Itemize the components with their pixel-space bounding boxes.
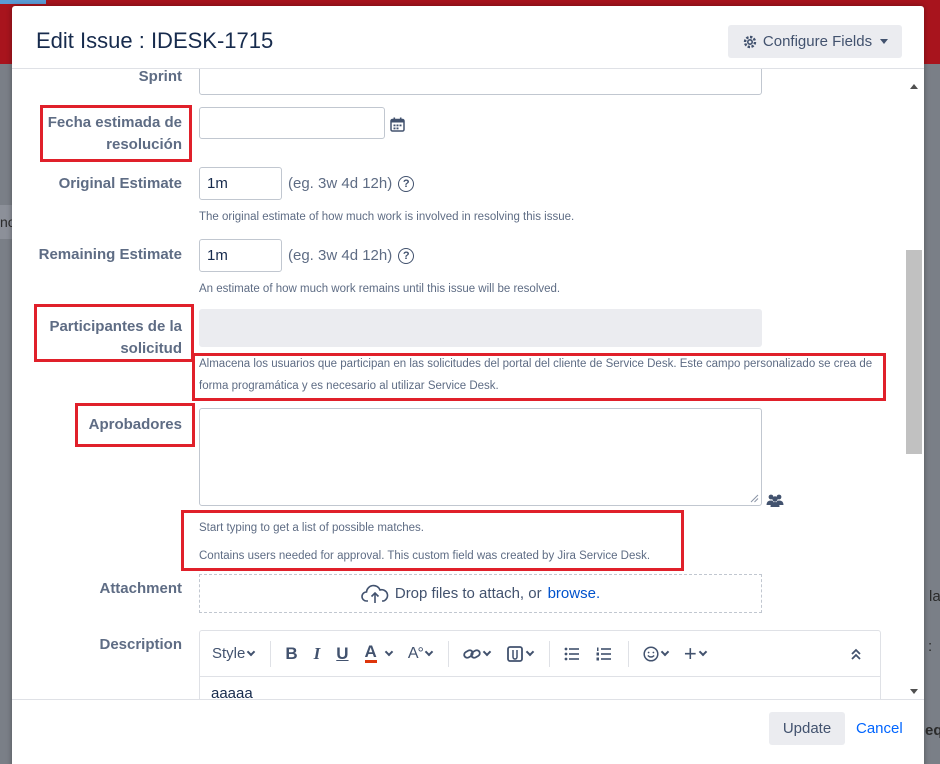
- toolbar-divider: [447, 640, 449, 667]
- dialog-body: Sprint Fecha estimada de resolución Orig…: [12, 69, 924, 699]
- chevron-down-icon: [525, 647, 535, 656]
- text-color-icon: A: [364, 642, 377, 663]
- configure-fields-label: Configure Fields: [762, 33, 873, 50]
- chevron-down-icon: [660, 647, 670, 656]
- chevron-down-icon: [482, 647, 492, 656]
- remaining-estimate-description: An estimate of how much work remains unt…: [199, 283, 561, 295]
- background-right-text-3: equ: [925, 722, 940, 739]
- sprint-label: Sprint: [138, 69, 182, 85]
- attachment-toolbar-button[interactable]: [506, 645, 535, 663]
- plus-icon: +: [683, 640, 697, 666]
- link-icon: [463, 648, 481, 659]
- remaining-estimate-example: (eg. 3w 4d 12h) ?: [288, 247, 415, 264]
- description-label: Description: [99, 636, 182, 653]
- sprint-input[interactable]: [199, 69, 762, 95]
- numbered-list-button[interactable]: [596, 647, 612, 661]
- gear-icon: [743, 35, 757, 48]
- attachment-label: Attachment: [99, 580, 182, 597]
- background-right-text-2: :: [928, 638, 933, 655]
- insert-more-button[interactable]: +: [683, 640, 708, 666]
- italic-icon[interactable]: I: [314, 644, 321, 664]
- description-text[interactable]: aaaaa: [200, 677, 880, 699]
- original-estimate-description: The original estimate of how much work i…: [199, 211, 575, 223]
- link-button[interactable]: [463, 647, 492, 661]
- text-color-button[interactable]: A: [364, 642, 394, 663]
- cancel-link[interactable]: Cancel: [856, 720, 903, 737]
- original-estimate-input[interactable]: 1m: [199, 167, 282, 200]
- more-formatting-button[interactable]: A°: [407, 644, 434, 663]
- highlight-approvers-description: [181, 510, 684, 571]
- highlight-participants-description: [192, 353, 886, 401]
- scroll-down-arrow-icon[interactable]: [910, 689, 918, 694]
- style-dropdown-label: Style: [212, 645, 246, 662]
- configure-fields-button[interactable]: Configure Fields: [728, 25, 902, 58]
- help-icon[interactable]: ?: [398, 247, 415, 264]
- remaining-estimate-example-text: (eg. 3w 4d 12h): [288, 247, 393, 264]
- toolbar-divider: [627, 640, 629, 667]
- paperclip-icon: [507, 645, 523, 662]
- highlight-approvers-label: [75, 403, 195, 447]
- remaining-estimate-label: Remaining Estimate: [38, 246, 182, 263]
- approvers-textarea[interactable]: [199, 408, 762, 506]
- numbered-list-icon: [596, 647, 611, 660]
- original-estimate-label: Original Estimate: [58, 175, 182, 192]
- due-date-input[interactable]: [199, 107, 385, 139]
- bullet-list-button[interactable]: [564, 647, 580, 661]
- dialog-title: Edit Issue : IDESK-1715: [36, 28, 274, 53]
- dialog-scrollbar[interactable]: [906, 69, 922, 699]
- emoji-button[interactable]: [643, 645, 670, 662]
- chevron-down-icon: [698, 647, 708, 656]
- scroll-thumb[interactable]: [906, 250, 922, 454]
- chevron-down-icon: [384, 647, 394, 656]
- double-chevron-up-icon: [851, 648, 861, 660]
- toolbar-divider: [548, 640, 550, 667]
- bold-icon[interactable]: B: [285, 644, 297, 664]
- editor-toolbar: Style B I U A A° +: [200, 631, 880, 677]
- underline-icon[interactable]: U: [336, 644, 348, 664]
- collapse-toolbar-button[interactable]: [850, 648, 862, 660]
- attachment-dropzone[interactable]: Drop files to attach, or browse.: [199, 574, 762, 613]
- chevron-down-icon: [247, 647, 256, 656]
- attachment-browse-link[interactable]: browse.: [548, 585, 601, 602]
- calendar-icon[interactable]: [390, 117, 405, 132]
- background-tab-indicator: [0, 0, 46, 4]
- description-editor: Style B I U A A° + aaaaa: [199, 630, 881, 699]
- attachment-drop-text: Drop files to attach, or: [394, 585, 542, 602]
- background-right-text-1: la: [929, 588, 940, 605]
- style-dropdown[interactable]: Style: [212, 645, 256, 662]
- emoji-icon: [643, 645, 659, 662]
- resize-handle-icon[interactable]: [749, 493, 759, 503]
- highlight-participants-label: [34, 304, 194, 362]
- bullet-list-icon: [564, 647, 579, 660]
- toolbar-divider: [270, 640, 272, 667]
- participants-input[interactable]: [199, 309, 762, 347]
- update-button[interactable]: Update: [769, 712, 845, 745]
- original-estimate-example-text: (eg. 3w 4d 12h): [288, 175, 393, 192]
- text-style-icon: A°: [407, 644, 424, 662]
- remaining-estimate-input[interactable]: 1m: [199, 239, 282, 272]
- caret-down-icon: [880, 39, 889, 44]
- cloud-upload-icon: [361, 584, 389, 603]
- help-icon[interactable]: ?: [398, 175, 415, 192]
- scroll-up-arrow-icon[interactable]: [910, 84, 918, 89]
- dialog-footer: Update Cancel: [12, 699, 924, 764]
- original-estimate-example: (eg. 3w 4d 12h) ?: [288, 175, 415, 192]
- user-group-icon[interactable]: [766, 493, 784, 507]
- dialog-header: Edit Issue : IDESK-1715 Configure Fields: [12, 6, 924, 69]
- highlight-due-date: [40, 105, 192, 162]
- chevron-down-icon: [424, 647, 434, 656]
- edit-issue-dialog: Edit Issue : IDESK-1715 Configure Fields…: [12, 6, 924, 764]
